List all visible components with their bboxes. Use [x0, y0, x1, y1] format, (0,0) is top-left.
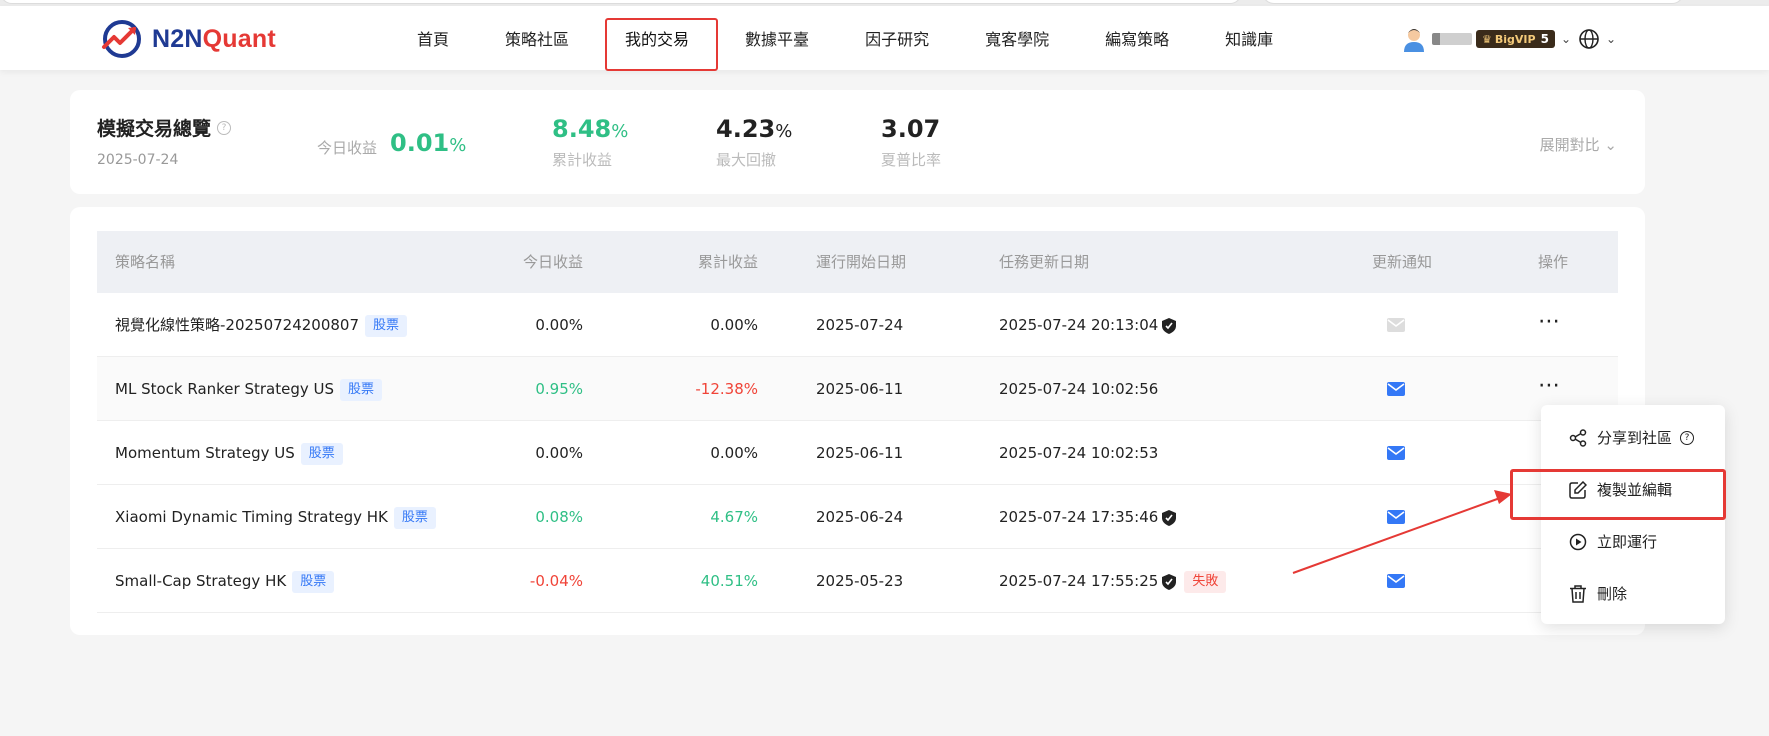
nav-item-strategy-community[interactable]: 策略社區 [505, 26, 569, 50]
shield-icon [1162, 509, 1177, 526]
today-return: 0.00% [535, 444, 583, 462]
today-return: 0.95% [535, 380, 583, 398]
update-date: 2025-07-24 10:02:56 [999, 380, 1159, 398]
strategy-table-card: 策略名稱 今日收益 累計收益 運行開始日期 任務更新日期 更新通知 操作 視覺化… [70, 207, 1645, 635]
nav-item-home[interactable]: 首頁 [417, 26, 449, 50]
help-icon[interactable]: ? [1680, 430, 1695, 445]
table-row[interactable]: Xiaomi Dynamic Timing Strategy HK 股票 0.08… [97, 485, 1618, 549]
strategy-name[interactable]: Momentum Strategy US 股票 [115, 421, 343, 485]
metric-max-drawdown: 4.23% 最大回撤 [716, 115, 793, 169]
username-masked [1432, 33, 1472, 45]
play-circle-icon [1569, 533, 1587, 550]
metric-cumulative-return: 8.48% 累計收益 [552, 115, 629, 169]
chevron-down-icon[interactable]: ⌄ [1561, 32, 1571, 46]
today-return-label: 今日收益 [317, 139, 378, 157]
strategy-name[interactable]: 視覺化線性策略-20250724200807 股票 [115, 293, 408, 357]
vip-badge: ♛ BigVIP 5 [1476, 30, 1555, 48]
stock-tag: 股票 [393, 506, 436, 529]
main-menu: 首頁 策略社區 我的交易 數據平臺 因子研究 寬客學院 編寫策略 知識庫 [417, 6, 1329, 70]
menu-item-delete[interactable]: 刪除 [1569, 583, 1627, 604]
col-actions: 操作 [1538, 253, 1569, 271]
table-row[interactable]: ML Stock Ranker Strategy US 股票 0.95% -12.… [97, 357, 1618, 421]
update-date: 2025-07-24 17:35:46 [999, 485, 1177, 549]
share-icon [1569, 428, 1587, 447]
col-start-date: 運行開始日期 [816, 253, 907, 271]
summary-card: 模擬交易總覽 ? 2025-07-24 今日收益 0.01% 8.48% 累計收… [70, 90, 1645, 194]
summary-title: 模擬交易總覽 ? [97, 114, 232, 141]
menu-item-share-to-community[interactable]: 分享到社區 ? [1569, 427, 1695, 448]
failed-badge: 失敗 [1184, 570, 1227, 593]
browser-address-bar [0, 0, 1242, 4]
start-date: 2025-06-11 [816, 380, 904, 398]
summary-date: 2025-07-24 [97, 152, 179, 168]
start-date: 2025-06-24 [816, 508, 904, 526]
stock-tag: 股票 [292, 570, 335, 593]
cumulative-return: 40.51% [700, 572, 758, 590]
crown-icon: ♛ [1482, 32, 1492, 46]
cumulative-return: 4.67% [710, 508, 758, 526]
strategy-name[interactable]: ML Stock Ranker Strategy US 股票 [115, 357, 383, 421]
start-date: 2025-06-11 [816, 444, 904, 462]
more-actions-icon[interactable]: ⋯ [1538, 373, 1561, 398]
trash-icon [1570, 584, 1586, 603]
nav-item-factor-research[interactable]: 因子研究 [865, 26, 929, 50]
nav-item-write-strategy[interactable]: 編寫策略 [1105, 26, 1169, 50]
col-update-date: 任務更新日期 [999, 253, 1090, 271]
table-row[interactable]: Small-Cap Strategy HK 股票 -0.04% 40.51% 20… [97, 549, 1618, 613]
menu-item-run-now[interactable]: 立即運行 [1569, 531, 1657, 552]
more-actions-icon[interactable]: ⋯ [1538, 309, 1561, 334]
browser-search-bar [1262, 0, 1684, 4]
mail-icon-disabled [1387, 318, 1405, 332]
logo-icon [102, 20, 141, 58]
cumulative-return: -12.38% [695, 380, 758, 398]
chevron-down-icon: ⌄ [1604, 136, 1617, 154]
strategy-name[interactable]: Xiaomi Dynamic Timing Strategy HK 股票 [115, 485, 436, 549]
stock-tag: 股票 [300, 442, 343, 465]
mail-icon[interactable] [1387, 574, 1405, 588]
update-date: 2025-07-24 20:13:04 [999, 293, 1177, 357]
update-date: 2025-07-24 10:02:53 [999, 444, 1159, 462]
start-date: 2025-07-24 [816, 316, 904, 334]
copy-edit-highlight-box [1510, 469, 1726, 520]
chevron-down-icon: ⌄ [1606, 32, 1617, 46]
today-return: 0.00% [535, 316, 583, 334]
table-row[interactable]: Momentum Strategy US 股票 0.00% 0.00% 2025-… [97, 421, 1618, 485]
strategy-name[interactable]: Small-Cap Strategy HK 股票 [115, 549, 335, 613]
metric-sharpe-ratio: 3.07 夏普比率 [881, 115, 942, 169]
update-date: 2025-07-24 17:55:25 失敗 [999, 549, 1227, 613]
col-strategy-name: 策略名稱 [115, 253, 176, 271]
avatar [1404, 29, 1424, 52]
help-icon[interactable]: ? [217, 120, 232, 135]
expand-compare-button[interactable]: 展開對比 ⌄ [1540, 134, 1617, 155]
col-today-return: 今日收益 [522, 253, 583, 271]
nav-item-knowledge-base[interactable]: 知識庫 [1225, 26, 1273, 50]
table-row[interactable]: 視覺化線性策略-20250724200807 股票 0.00% 0.00% 202… [97, 293, 1618, 357]
brand-name: N2NQuant [152, 24, 276, 53]
nav-item-quant-academy[interactable]: 寬客學院 [985, 26, 1049, 50]
today-return: 0.08% [535, 508, 583, 526]
start-date: 2025-05-23 [816, 572, 904, 590]
shield-icon [1162, 573, 1177, 590]
stock-tag: 股票 [340, 378, 383, 401]
stock-tag: 股票 [365, 314, 408, 337]
globe-icon [1579, 29, 1599, 49]
today-return-value: 0.01% [390, 129, 467, 157]
col-cumulative-return: 累計收益 [697, 253, 758, 271]
nav-highlight-box [605, 18, 718, 71]
shield-icon [1162, 317, 1177, 334]
cumulative-return: 0.00% [710, 316, 758, 334]
top-navbar: N2NQuant 首頁 策略社區 我的交易 數據平臺 因子研究 寬客學院 編寫策… [0, 6, 1769, 71]
col-notification: 更新通知 [1372, 253, 1433, 271]
cumulative-return: 0.00% [710, 444, 758, 462]
today-return: -0.04% [529, 572, 583, 590]
mail-icon[interactable] [1387, 382, 1405, 396]
nav-item-data-platform[interactable]: 數據平臺 [745, 26, 809, 50]
language-switcher[interactable]: ⌄ [1578, 28, 1616, 50]
mail-icon[interactable] [1387, 446, 1405, 460]
table-header: 策略名稱 今日收益 累計收益 運行開始日期 任務更新日期 更新通知 操作 [97, 231, 1618, 293]
brand-logo[interactable]: N2NQuant [100, 19, 276, 59]
mail-icon[interactable] [1387, 510, 1405, 524]
user-menu[interactable]: ♛ BigVIP 5 ⌄ [1400, 25, 1571, 53]
